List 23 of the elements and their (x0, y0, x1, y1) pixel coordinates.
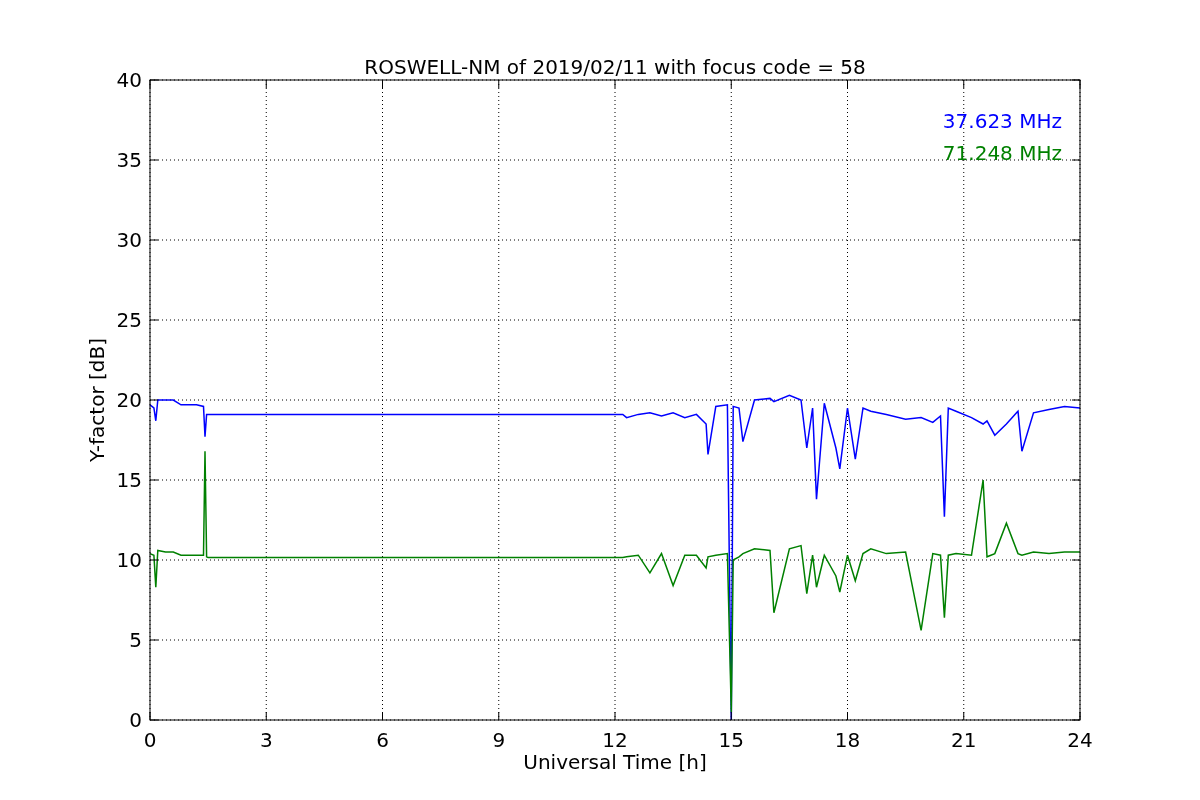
tick-label: 30 (116, 228, 142, 252)
tick-label: 35 (116, 148, 142, 172)
tick-label: 0 (129, 708, 142, 732)
axis-label: Universal Time [h] (523, 750, 707, 774)
tick-label: 10 (116, 548, 142, 572)
tick-label: 3 (259, 728, 273, 752)
tick-label: 25 (116, 308, 142, 332)
tick-label: 12 (602, 728, 628, 752)
tick-label: 18 (834, 728, 861, 752)
tick-label: 6 (376, 728, 389, 752)
tick-label: 9 (492, 728, 506, 752)
tick-label: 15 (718, 728, 744, 752)
tick-label: 15 (116, 468, 142, 492)
tick-label: 20 (116, 388, 142, 412)
tick-label: 40 (116, 68, 142, 92)
legend-label: 71.248 MHz (942, 141, 1062, 165)
chart-title: ROSWELL-NM of 2019/02/11 with focus code = 58 (364, 55, 866, 79)
legend-label: 37.623 MHz (942, 109, 1062, 133)
tick-label: 5 (129, 628, 142, 652)
tick-label: 0 (143, 728, 157, 752)
axis-label: Y-factor [dB] (85, 338, 109, 462)
tick-label: 21 (951, 728, 977, 752)
tick-label: 24 (1067, 728, 1093, 752)
